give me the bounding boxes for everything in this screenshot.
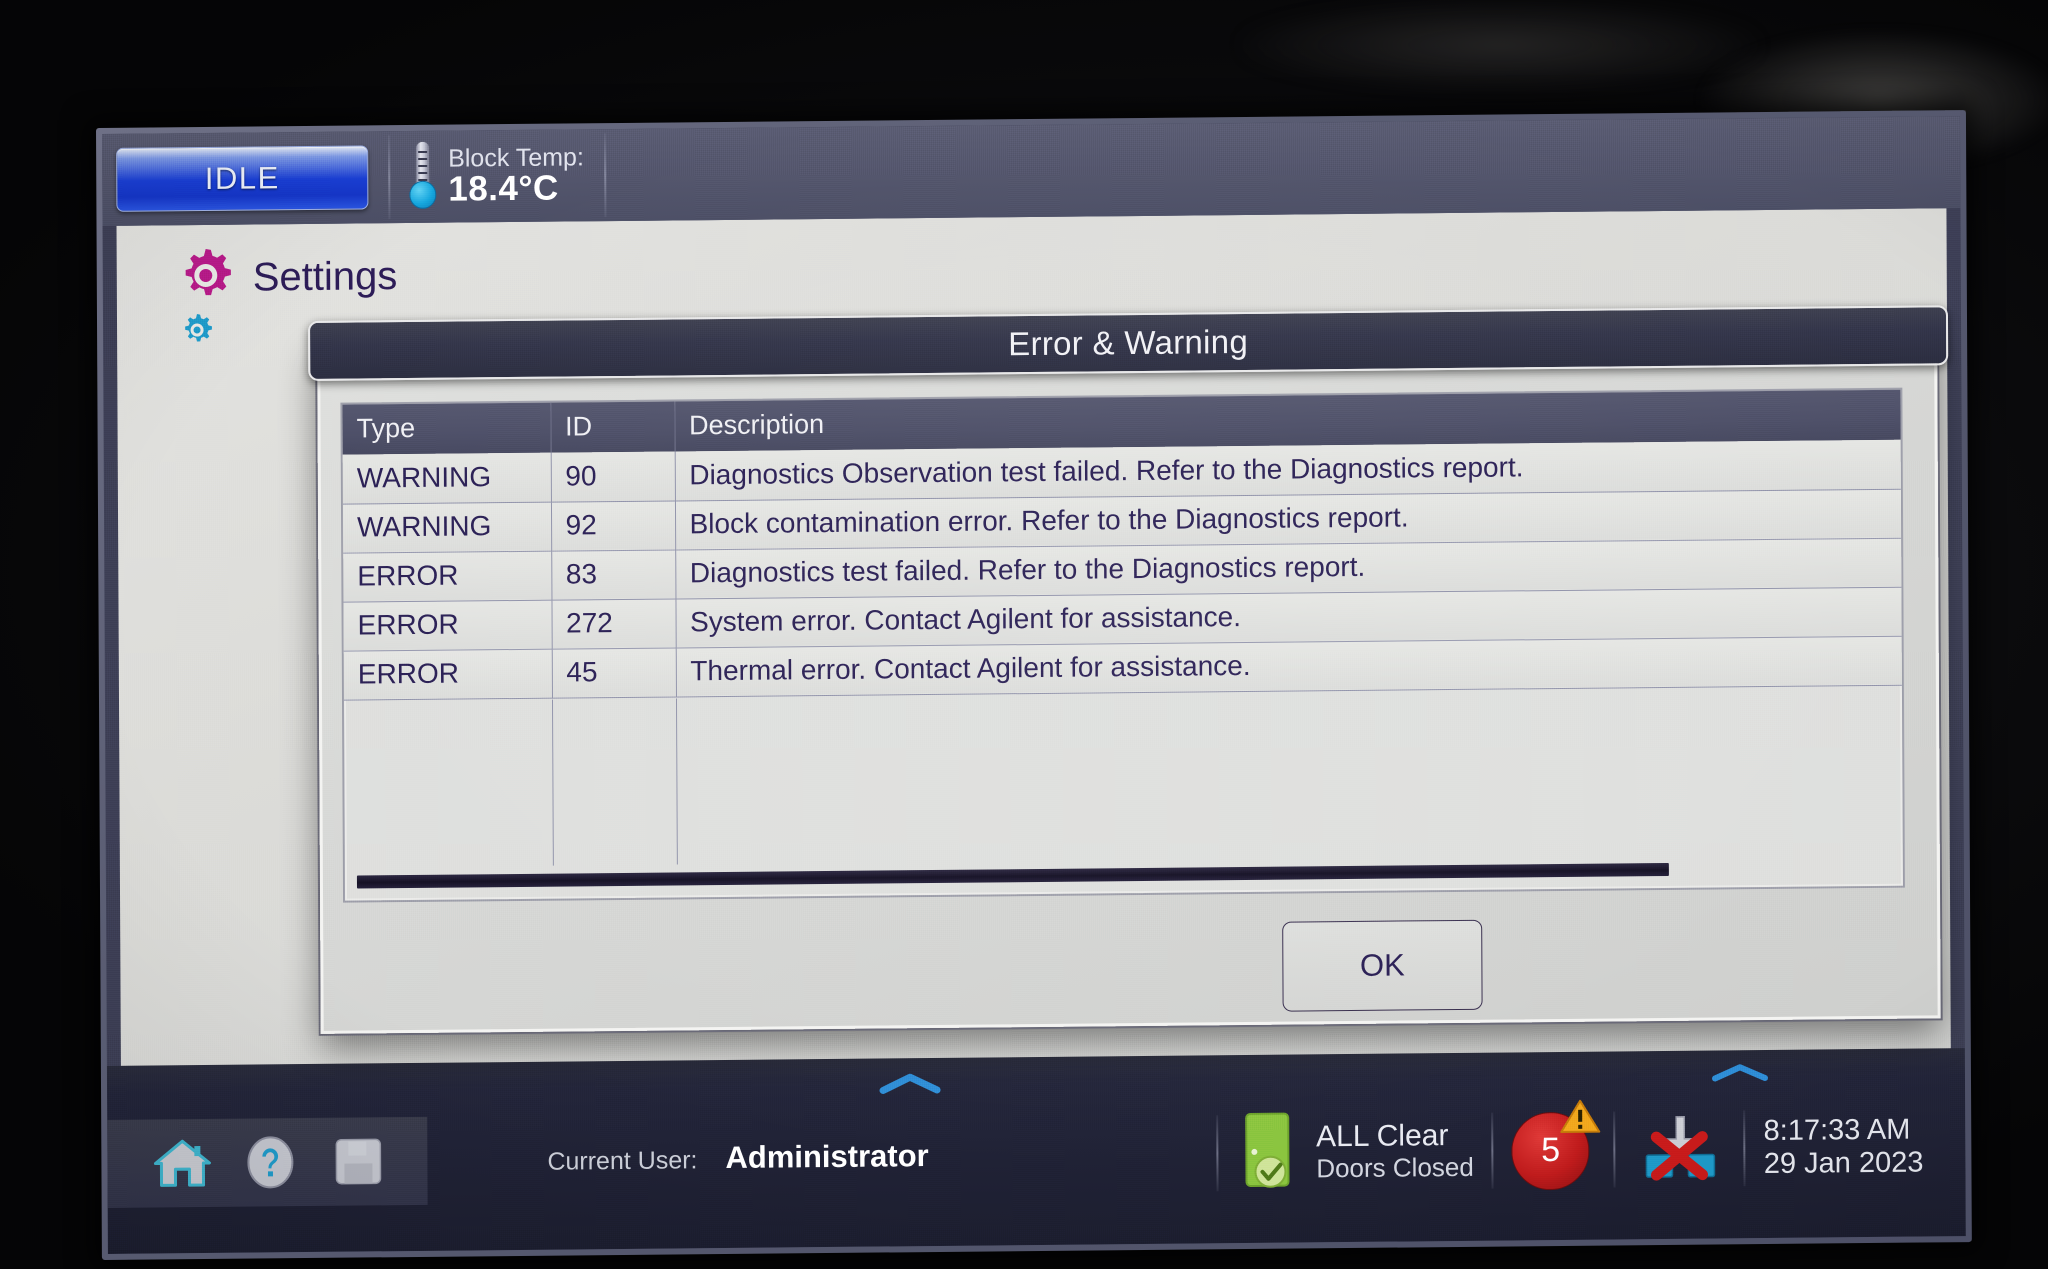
- cell-type: ERROR: [343, 599, 552, 651]
- alert-count-label: 5: [1541, 1130, 1561, 1170]
- error-warning-table[interactable]: Type ID Description WARNING 90 Diagnosti…: [340, 387, 1905, 903]
- block-temp-label: Block Temp:: [448, 142, 584, 173]
- gear-icon: [175, 247, 237, 310]
- cell-id: 92: [550, 500, 676, 551]
- instrument-touchscreen: IDLE Block Temp: 18.4°C Settings Error &…: [96, 110, 1972, 1260]
- gear-small-icon: [179, 313, 213, 347]
- table-empty-area: [344, 687, 1903, 868]
- clock-date: 29 Jan 2023: [1763, 1146, 1924, 1180]
- run-status-button[interactable]: IDLE: [116, 145, 369, 212]
- door-status-line2: Doors Closed: [1316, 1151, 1474, 1184]
- cell-type: WARNING: [342, 501, 552, 553]
- cell-type: WARNING: [342, 452, 551, 504]
- bottom-taskbar: Current User: Administrator ALL Clear Do…: [106, 1048, 1966, 1254]
- taskbar-nav-icons: [107, 1116, 428, 1208]
- topbar-divider-2: [603, 133, 607, 218]
- photograph-of-instrument-screen: IDLE Block Temp: 18.4°C Settings Error &…: [0, 0, 2048, 1269]
- error-warning-dialog: Error & Warning Type ID Description WARN…: [308, 305, 1949, 1034]
- alert-count-badge[interactable]: 5: [1511, 1099, 1601, 1192]
- home-icon[interactable]: [149, 1131, 215, 1194]
- screen-surface: IDLE Block Temp: 18.4°C Settings Error &…: [102, 116, 1966, 1254]
- current-user-display: Current User: Administrator: [547, 1138, 928, 1178]
- dialog-title: Error & Warning: [1008, 322, 1249, 363]
- page-title: Settings: [252, 253, 398, 300]
- column-header-type[interactable]: Type: [342, 402, 551, 455]
- help-icon[interactable]: [237, 1131, 303, 1194]
- clock-time: 8:17:33 AM: [1763, 1113, 1911, 1148]
- current-user-name: Administrator: [725, 1137, 929, 1175]
- chevron-up-icon-secondary[interactable]: [1711, 1062, 1769, 1088]
- column-header-id[interactable]: ID: [550, 401, 675, 453]
- taskbar-divider-3: [1613, 1110, 1616, 1187]
- taskbar-divider-4: [1743, 1109, 1746, 1186]
- door-status-indicator[interactable]: ALL Clear Doors Closed: [1236, 1108, 1474, 1195]
- table-horizontal-scrollbar[interactable]: [356, 862, 1669, 889]
- thermometer-icon: [408, 140, 437, 213]
- taskbar-divider-2: [1491, 1112, 1494, 1189]
- current-user-label: Current User:: [547, 1145, 698, 1176]
- cell-type: ERROR: [343, 550, 552, 602]
- cell-type: ERROR: [343, 648, 552, 700]
- top-status-bar: IDLE Block Temp: 18.4°C: [102, 116, 1961, 226]
- chevron-up-icon[interactable]: [879, 1072, 941, 1100]
- settings-page-header: Settings: [175, 245, 398, 309]
- run-status-label: IDLE: [204, 160, 280, 196]
- save-icon[interactable]: [325, 1130, 391, 1193]
- screen-bezel: IDLE Block Temp: 18.4°C Settings Error &…: [96, 110, 1972, 1260]
- ok-button-label: OK: [1359, 947, 1405, 983]
- cell-id: 272: [551, 598, 676, 649]
- cell-id: 83: [551, 549, 676, 600]
- cell-id: 90: [550, 451, 675, 502]
- door-icon: [1236, 1109, 1300, 1195]
- clock-display[interactable]: 8:17:33 AM 29 Jan 2023: [1764, 1113, 1966, 1180]
- door-status-line1: ALL Clear: [1316, 1118, 1449, 1153]
- taskbar-divider-1: [1215, 1114, 1219, 1191]
- ok-button[interactable]: OK: [1282, 919, 1483, 1012]
- bezel-highlight-secondary: [1240, 0, 1760, 90]
- network-disconnected-icon[interactable]: [1633, 1110, 1725, 1187]
- warning-triangle-icon: [1559, 1097, 1601, 1140]
- cell-description: Thermal error. Contact Agilent for assis…: [675, 635, 1902, 697]
- block-temp-value: 18.4°C: [448, 168, 559, 209]
- block-temperature-indicator: Block Temp: 18.4°C: [408, 139, 584, 213]
- topbar-divider: [388, 135, 391, 220]
- cell-id: 45: [551, 647, 676, 698]
